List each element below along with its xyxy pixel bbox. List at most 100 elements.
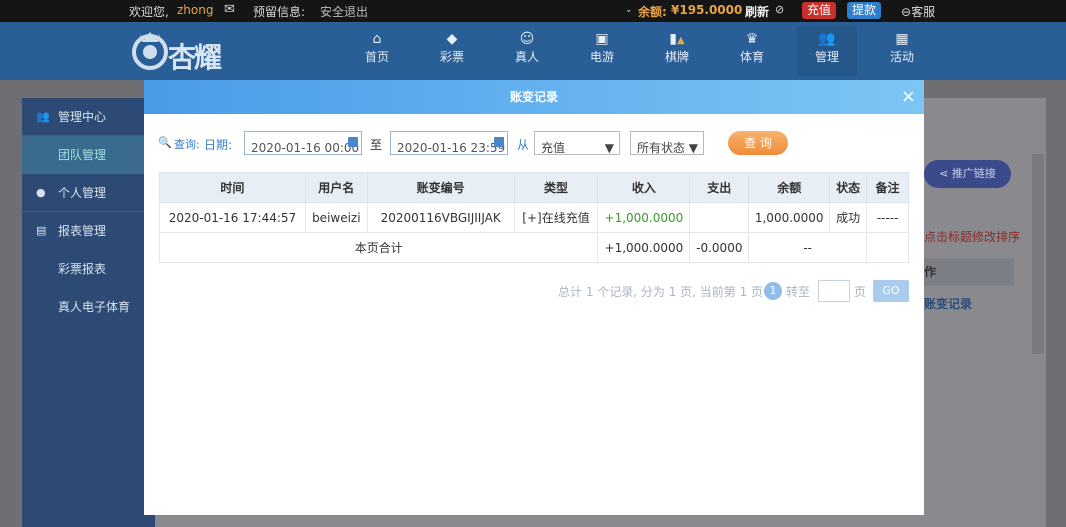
sidebar-item-team[interactable]: 团队管理 — [22, 136, 155, 174]
promo-link-button[interactable]: ⋖ 推广链接 — [924, 160, 1011, 188]
query-button[interactable]: 查 询 — [728, 131, 788, 155]
sidebar-item-lottery-report[interactable]: 彩票报表 — [22, 250, 155, 288]
go-button[interactable]: GO — [873, 280, 909, 302]
subtotal-empty — [866, 232, 909, 263]
username[interactable]: zhong — [177, 3, 213, 17]
col-id[interactable]: 账变编号 — [366, 172, 515, 203]
subtotal-income: +1,000.0000 — [597, 232, 691, 263]
col-income[interactable]: 收入 — [597, 172, 691, 203]
nav-label: 真人 — [514, 50, 539, 64]
sidebar-label: 管理中心 — [58, 110, 107, 124]
sidebar-label: 个人管理 — [58, 186, 107, 200]
welcome-text: 欢迎您, — [129, 5, 169, 19]
sidebar-item-live-report[interactable]: 真人电子体育 — [22, 288, 155, 326]
query-label: 查询: — [174, 138, 200, 151]
withdraw-button[interactable]: 提款 — [847, 2, 882, 19]
nav-label: 管理 — [814, 50, 839, 64]
close-icon[interactable]: × — [901, 80, 916, 114]
goto-page-input[interactable] — [818, 280, 850, 302]
subtotal-row: 本页合计 +1,000.0000 -0.0000 -- — [158, 232, 909, 263]
service-link[interactable]: ⊖客服 — [901, 3, 935, 20]
logo-text: 杏耀 — [168, 41, 222, 74]
main-nav: 杏耀 ⌂ 首页 ◆ 彩票 ☺ 真人 ▣ 电游 ▮▲ 棋牌 ♛ 体育 👥 管理 ▦ 活动 — [0, 22, 1066, 80]
dropdown-arrow-icon: ▼ — [688, 141, 698, 155]
reserved-info-label[interactable]: 预留信息: — [253, 3, 305, 20]
col-user[interactable]: 用户名 — [304, 172, 368, 203]
slot-icon: ▣ — [595, 31, 609, 47]
cell-income: +1,000.0000 — [597, 202, 691, 233]
sidebar-personal[interactable]: ● 个人管理 — [22, 174, 155, 212]
nav-label: 体育 — [739, 50, 764, 64]
search-icon: 🔍 — [158, 136, 172, 149]
logo[interactable]: 杏耀 — [130, 26, 240, 76]
users-icon: 👥 — [36, 110, 50, 123]
recharge-button[interactable]: 充值 — [802, 2, 837, 19]
calendar-icon[interactable] — [494, 137, 504, 147]
query-bar: 🔍 查询: 日期: 2020-01-16 00:00 至 2020-01-16 … — [158, 131, 798, 155]
col-type[interactable]: 类型 — [513, 172, 599, 203]
nav-label: 活动 — [889, 50, 914, 64]
type-select[interactable]: 充值 ▼ — [534, 131, 620, 155]
end-date-input[interactable]: 2020-01-16 23:59 — [390, 131, 508, 155]
status-select[interactable]: 所有状态 ▼ — [630, 131, 704, 155]
sidebar-management-center[interactable]: 👥 管理中心 — [22, 98, 155, 136]
pager-summary: 总计 1 个记录, 分为 1 页, 当前第 1 页 — [558, 285, 764, 299]
nav-activity[interactable]: ▦ 活动 — [872, 30, 932, 65]
page-label: 页 — [854, 285, 867, 299]
chevron-down-icon[interactable]: ⌄ — [625, 5, 633, 15]
subtotal-balance: -- — [748, 232, 868, 263]
op-header: 作 — [924, 258, 1014, 286]
col-note[interactable]: 备注 — [866, 172, 909, 203]
user-icon: ● — [36, 186, 46, 199]
sidebar-label: 彩票报表 — [58, 262, 107, 276]
person-icon: ☺ — [519, 31, 535, 47]
nav-label: 电游 — [589, 50, 614, 64]
document-icon: ▤ — [36, 224, 47, 237]
users-icon: 👥 — [818, 31, 836, 47]
balance-value: ¥195.0000 — [671, 3, 743, 17]
date-label: 日期: — [204, 138, 233, 152]
start-date-value: 2020-01-16 00:00 — [251, 141, 360, 155]
account-record-link[interactable]: 账变记录 — [924, 295, 972, 312]
cell-id: 20200116VBGIJIIJAK — [366, 202, 515, 233]
nav-lottery[interactable]: ◆ 彩票 — [422, 30, 482, 65]
start-date-input[interactable]: 2020-01-16 00:00 — [244, 131, 362, 155]
nav-home[interactable]: ⌂ 首页 — [347, 30, 407, 65]
promo-link-label: 推广链接 — [951, 167, 996, 180]
refresh-button[interactable]: 刷新 — [745, 3, 769, 20]
warning-icon: ▲ — [677, 35, 685, 46]
current-page-badge[interactable]: 1 — [764, 282, 782, 300]
ticket-icon: ◆ — [446, 31, 458, 47]
mail-icon[interactable]: ✉ — [224, 2, 235, 17]
nav-label: 彩票 — [439, 50, 464, 64]
col-time[interactable]: 时间 — [159, 172, 306, 203]
col-status[interactable]: 状态 — [829, 172, 868, 203]
from-label: 从 — [517, 138, 530, 152]
scrollbar[interactable] — [1032, 154, 1044, 354]
cell-expense — [689, 202, 750, 233]
gift-icon: ▦ — [895, 31, 909, 47]
sort-hint: 点击标题修改排序 — [924, 230, 1021, 244]
eye-off-icon[interactable]: ⊘ — [775, 3, 784, 16]
sidebar-label: 团队管理 — [58, 148, 107, 162]
subtotal-expense: -0.0000 — [689, 232, 750, 263]
col-balance[interactable]: 余额 — [748, 172, 831, 203]
nav-egame[interactable]: ▣ 电游 — [572, 30, 632, 65]
card-icon: ▮▲ — [669, 31, 685, 47]
nav-sports[interactable]: ♛ 体育 — [722, 30, 782, 65]
col-expense[interactable]: 支出 — [689, 172, 750, 203]
modal-header: 账变记录 × — [144, 80, 924, 114]
nav-manage[interactable]: 👥 管理 — [797, 26, 857, 76]
logout-link[interactable]: 安全退出 — [320, 3, 368, 20]
goto-label: 转至 — [786, 285, 811, 299]
end-date-value: 2020-01-16 23:59 — [397, 141, 506, 155]
nav-live[interactable]: ☺ 真人 — [497, 30, 557, 65]
chat-icon: ⊖ — [901, 5, 912, 19]
cell-note: ----- — [866, 202, 909, 233]
sidebar-report[interactable]: ▤ 报表管理 — [22, 212, 155, 250]
nav-chess[interactable]: ▮▲ 棋牌 — [647, 30, 707, 65]
nav-label: 首页 — [364, 50, 389, 64]
calendar-icon[interactable] — [348, 137, 358, 147]
sidebar-label: 报表管理 — [58, 224, 107, 238]
service-label: 客服 — [911, 5, 936, 19]
